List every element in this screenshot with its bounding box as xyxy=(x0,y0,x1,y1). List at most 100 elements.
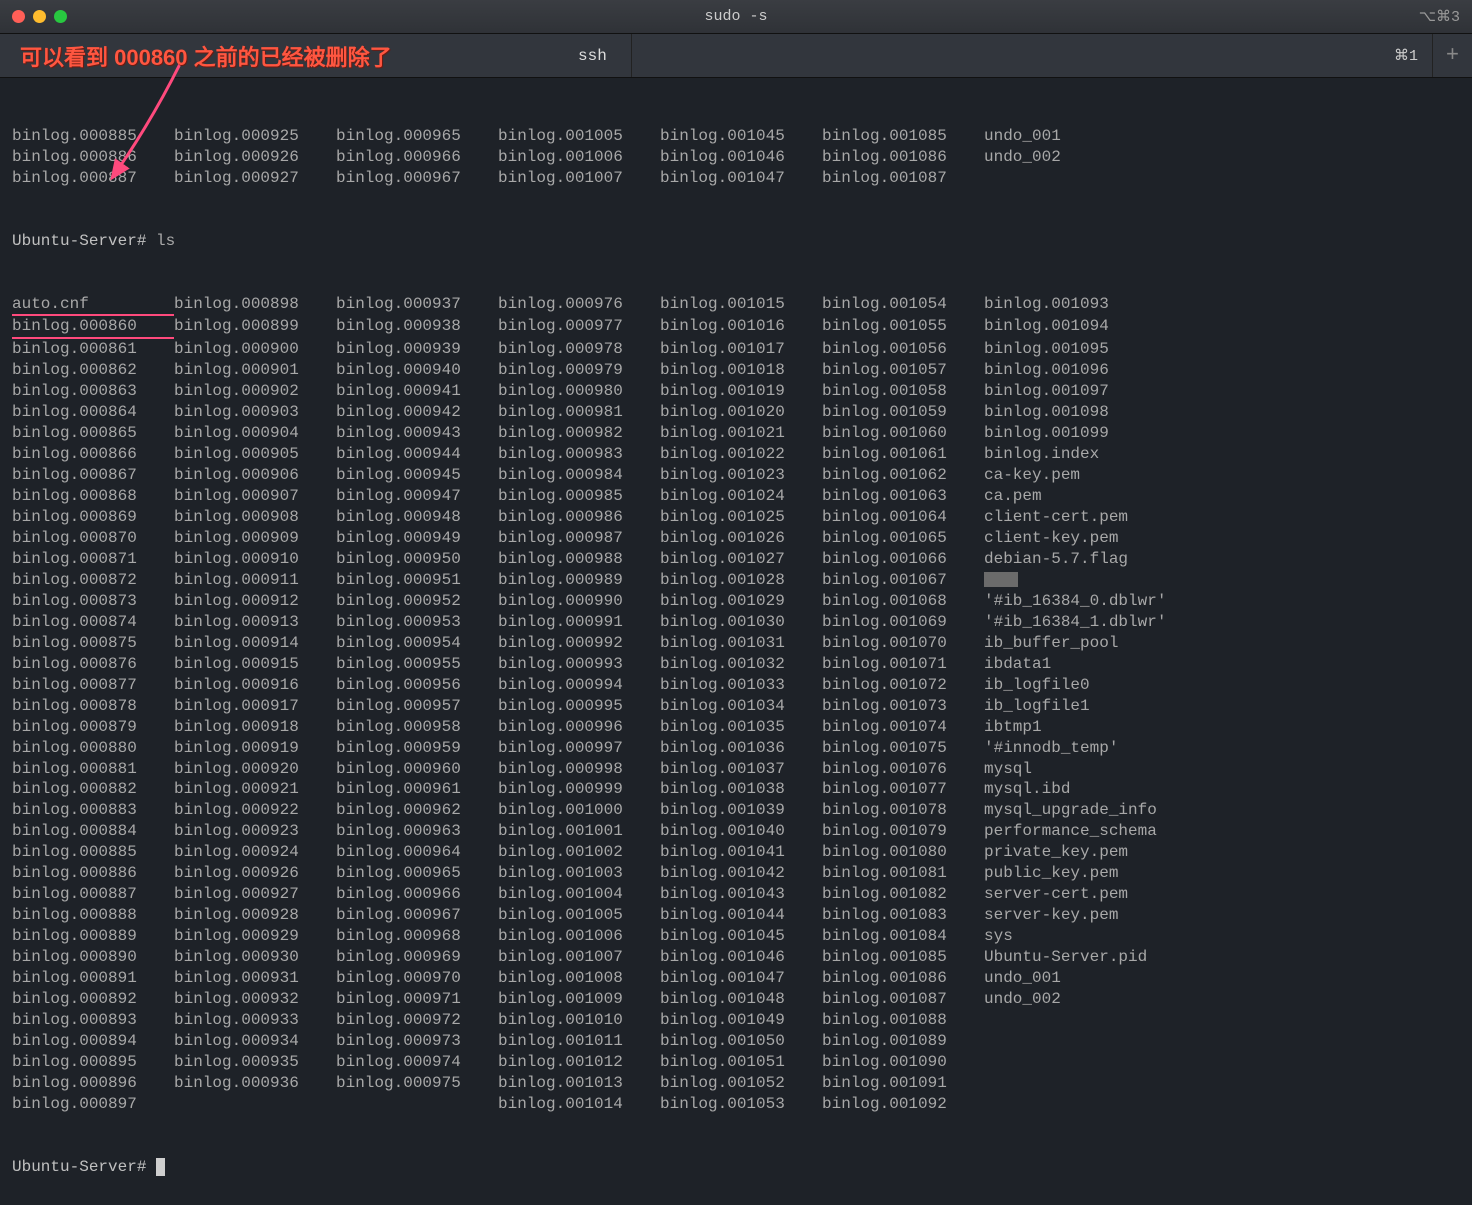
file-entry: binlog.000902 xyxy=(174,381,336,402)
file-entry: binlog.001077 xyxy=(822,779,984,800)
tab-bar: 可以看到 000860 之前的已经被删除了 ssh ⌘1 + xyxy=(0,34,1472,78)
file-entry: binlog.001087 xyxy=(822,168,984,189)
redacted-icon xyxy=(984,572,1018,587)
file-entry: binlog.001096 xyxy=(984,360,1204,381)
file-entry: performance_schema xyxy=(984,821,1204,842)
file-entry: binlog.001086 xyxy=(822,147,984,168)
file-entry: binlog.000918 xyxy=(174,717,336,738)
file-entry: binlog.000886 xyxy=(12,863,174,884)
file-entry: binlog.000907 xyxy=(174,486,336,507)
file-entry: binlog.001050 xyxy=(660,1031,822,1052)
file-entry: binlog.001001 xyxy=(498,821,660,842)
file-entry: binlog.001090 xyxy=(822,1052,984,1073)
file-entry: binlog.001083 xyxy=(822,905,984,926)
file-entry: binlog.001028 xyxy=(660,570,822,591)
tab-shortcut-badge: ⌘1 xyxy=(1380,34,1432,77)
file-entry: binlog.001092 xyxy=(822,1094,984,1115)
file-entry: binlog.001066 xyxy=(822,549,984,570)
file-entry: binlog.000947 xyxy=(336,486,498,507)
file-entry: binlog.000959 xyxy=(336,738,498,759)
file-entry: binlog.001078 xyxy=(822,800,984,821)
file-entry: binlog.001012 xyxy=(498,1052,660,1073)
list-row: binlog.000897binlog.001014binlog.001053b… xyxy=(12,1094,1460,1115)
file-entry: binlog.001094 xyxy=(984,316,1204,337)
file-entry: binlog.001005 xyxy=(498,126,660,147)
file-entry: auto.cnf xyxy=(12,294,174,317)
file-entry: binlog.000886 xyxy=(12,147,174,168)
file-entry: binlog.000926 xyxy=(174,147,336,168)
file-entry: binlog.001035 xyxy=(660,717,822,738)
zoom-icon[interactable] xyxy=(54,10,67,23)
file-entry: binlog.000890 xyxy=(12,947,174,968)
prompt-host: Ubuntu-Server# xyxy=(12,232,146,250)
list-row: binlog.000883binlog.000922binlog.000962b… xyxy=(12,800,1460,821)
file-entry: binlog.000966 xyxy=(336,884,498,905)
list-row: binlog.000888binlog.000928binlog.000967b… xyxy=(12,905,1460,926)
list-row: binlog.000885binlog.000924binlog.000964b… xyxy=(12,842,1460,863)
file-entry: mysql xyxy=(984,759,1204,780)
file-entry: binlog.000880 xyxy=(12,738,174,759)
file-entry: binlog.000864 xyxy=(12,402,174,423)
tab-ssh[interactable]: ssh xyxy=(554,34,632,77)
file-entry: binlog.001037 xyxy=(660,759,822,780)
minimize-icon[interactable] xyxy=(33,10,46,23)
file-entry: binlog.001054 xyxy=(822,294,984,315)
list-row: binlog.000876binlog.000915binlog.000955b… xyxy=(12,654,1460,675)
file-entry: binlog.001062 xyxy=(822,465,984,486)
file-entry: binlog.000949 xyxy=(336,528,498,549)
file-entry: binlog.000927 xyxy=(174,884,336,905)
window-shortcut-label: ⌥⌘3 xyxy=(1419,7,1460,26)
file-entry: binlog.index xyxy=(984,444,1204,465)
file-entry: binlog.001067 xyxy=(822,570,984,591)
file-entry: binlog.000919 xyxy=(174,738,336,759)
list-row: binlog.000881binlog.000920binlog.000960b… xyxy=(12,759,1460,780)
window-title: sudo -s xyxy=(0,8,1472,25)
file-entry: binlog.001003 xyxy=(498,863,660,884)
file-entry: binlog.001085 xyxy=(822,126,984,147)
list-row: binlog.000891binlog.000931binlog.000970b… xyxy=(12,968,1460,989)
file-entry: binlog.001052 xyxy=(660,1073,822,1094)
file-entry: binlog.001011 xyxy=(498,1031,660,1052)
list-row: binlog.000893binlog.000933binlog.000972b… xyxy=(12,1010,1460,1031)
file-entry: binlog.001047 xyxy=(660,968,822,989)
list-row: binlog.000871binlog.000910binlog.000950b… xyxy=(12,549,1460,570)
traffic-lights xyxy=(12,10,67,23)
add-tab-button[interactable]: + xyxy=(1432,34,1472,77)
file-entry: binlog.000922 xyxy=(174,800,336,821)
file-entry: binlog.000957 xyxy=(336,696,498,717)
file-entry: binlog.001002 xyxy=(498,842,660,863)
file-entry: binlog.001023 xyxy=(660,465,822,486)
file-entry: binlog.001033 xyxy=(660,675,822,696)
file-entry: binlog.001071 xyxy=(822,654,984,675)
file-entry: binlog.000885 xyxy=(12,842,174,863)
file-entry: binlog.000862 xyxy=(12,360,174,381)
close-icon[interactable] xyxy=(12,10,25,23)
list-row: binlog.000896binlog.000936binlog.000975b… xyxy=(12,1073,1460,1094)
file-entry: binlog.001021 xyxy=(660,423,822,444)
file-entry: binlog.001019 xyxy=(660,381,822,402)
file-entry: binlog.000988 xyxy=(498,549,660,570)
file-entry: binlog.000986 xyxy=(498,507,660,528)
file-entry: binlog.001082 xyxy=(822,884,984,905)
file-entry: binlog.000923 xyxy=(174,821,336,842)
file-entry xyxy=(984,570,1204,591)
file-entry: binlog.000873 xyxy=(12,591,174,612)
file-entry: binlog.001048 xyxy=(660,989,822,1010)
file-entry: binlog.001000 xyxy=(498,800,660,821)
terminal-output[interactable]: binlog.000885binlog.000925binlog.000965b… xyxy=(0,78,1472,1205)
file-entry: binlog.000962 xyxy=(336,800,498,821)
file-entry: ibdata1 xyxy=(984,654,1204,675)
file-entry: binlog.000926 xyxy=(174,863,336,884)
file-entry: binlog.001075 xyxy=(822,738,984,759)
file-entry: binlog.000913 xyxy=(174,612,336,633)
file-entry: binlog.000882 xyxy=(12,779,174,800)
list-row: binlog.000861binlog.000900binlog.000939b… xyxy=(12,339,1460,360)
file-entry: binlog.001060 xyxy=(822,423,984,444)
list-row: binlog.000862binlog.000901binlog.000940b… xyxy=(12,360,1460,381)
file-entry: client-cert.pem xyxy=(984,507,1204,528)
file-entry: binlog.000876 xyxy=(12,654,174,675)
file-entry: binlog.000975 xyxy=(336,1073,498,1094)
file-entry: binlog.000874 xyxy=(12,612,174,633)
file-entry: binlog.001068 xyxy=(822,591,984,612)
file-entry: ca-key.pem xyxy=(984,465,1204,486)
